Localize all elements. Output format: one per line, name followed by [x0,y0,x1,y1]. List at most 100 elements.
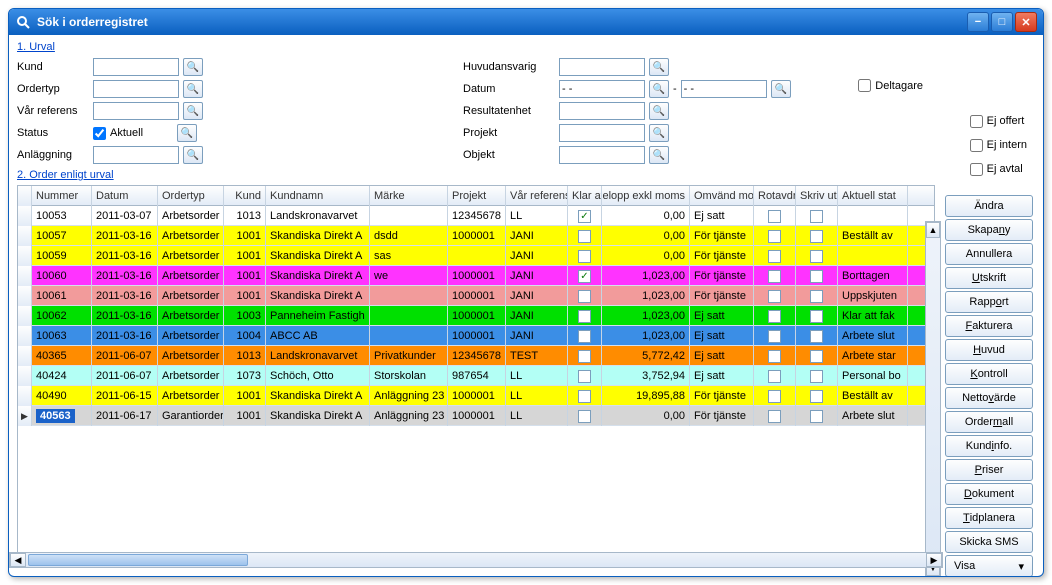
horizontal-scrollbar[interactable]: ◀ ▶ [9,552,943,568]
kund-input[interactable] [93,58,179,76]
col-projekt[interactable]: Projekt [448,186,506,206]
resultatenhet-picker[interactable]: 🔍 [649,102,669,120]
fakturera-button[interactable]: Fakturera [945,315,1033,337]
skicka-sms-button[interactable]: Skicka SMS [945,531,1033,553]
nettovarde-button[interactable]: Nettovärde [945,387,1033,409]
row-selector[interactable] [18,266,32,286]
tidplanera-button[interactable]: Tidplanera [945,507,1033,529]
cell-klar[interactable]: ✓ [568,266,602,286]
col-belopp[interactable]: Belopp exkl moms [602,186,690,206]
cell-klar[interactable] [568,366,602,386]
table-row[interactable]: 404902011-06-15Arbetsorder1001Skandiska … [18,386,934,406]
cell-klar[interactable] [568,226,602,246]
datum-to-input[interactable] [681,80,767,98]
col-rot[interactable]: Rotavdr [754,186,796,206]
datum-from-input[interactable] [559,80,645,98]
cell-skriv[interactable] [796,346,838,366]
cell-skriv[interactable] [796,206,838,226]
priser-button[interactable]: Priser [945,459,1033,481]
cell-rot[interactable] [754,206,796,226]
col-nummer[interactable]: Nummer [32,186,92,206]
visa-button[interactable]: Visa▾ [945,555,1033,577]
cell-rot[interactable] [754,226,796,246]
ordermall-button[interactable]: Ordermall [945,411,1033,433]
table-row[interactable]: 403652011-06-07Arbetsorder1013Landskrona… [18,346,934,366]
skapa-ny-button[interactable]: Skapa ny [945,219,1033,241]
cell-klar[interactable] [568,406,602,426]
cell-skriv[interactable] [796,386,838,406]
row-selector[interactable] [18,346,32,366]
row-selector[interactable] [18,226,32,246]
datum-from-picker[interactable]: 🔍 [649,80,669,98]
cell-rot[interactable] [754,266,796,286]
cell-skriv[interactable] [796,326,838,346]
utskrift-button[interactable]: Utskrift [945,267,1033,289]
table-row[interactable]: 100602011-03-16Arbetsorder1001Skandiska … [18,266,934,286]
table-row[interactable]: 100612011-03-16Arbetsorder1001Skandiska … [18,286,934,306]
ej-avtal-checkbox[interactable] [970,163,983,176]
col-varref[interactable]: Vår referens [506,186,568,206]
cell-rot[interactable] [754,386,796,406]
cell-skriv[interactable] [796,306,838,326]
andra-button[interactable]: Ändra [945,195,1033,217]
varref-picker[interactable]: 🔍 [183,102,203,120]
ej-intern-checkbox[interactable] [970,139,983,152]
huvud-button[interactable]: Huvud [945,339,1033,361]
col-kundnamn[interactable]: Kundnamn [266,186,370,206]
cell-skriv[interactable] [796,226,838,246]
cell-rot[interactable] [754,306,796,326]
projekt-picker[interactable]: 🔍 [649,124,669,142]
col-omvand[interactable]: Omvänd mo [690,186,754,206]
cell-klar[interactable] [568,286,602,306]
col-kund[interactable]: Kund [224,186,266,206]
cell-skriv[interactable] [796,266,838,286]
vertical-scrollbar[interactable]: ▲ ▼ [925,221,941,577]
close-button[interactable]: ✕ [1015,12,1037,32]
row-selector[interactable] [18,306,32,326]
annullera-button[interactable]: Annullera [945,243,1033,265]
resultatenhet-input[interactable] [559,102,645,120]
deltagare-checkbox[interactable] [858,79,871,92]
col-skriv[interactable]: Skriv ut [796,186,838,206]
row-selector[interactable]: ▶ [18,406,32,426]
huvudansvarig-input[interactable] [559,58,645,76]
table-row[interactable]: 100572011-03-16Arbetsorder1001Skandiska … [18,226,934,246]
objekt-picker[interactable]: 🔍 [649,146,669,164]
cell-rot[interactable] [754,346,796,366]
col-marke[interactable]: Märke [370,186,448,206]
anlaggning-input[interactable] [93,146,179,164]
anlaggning-picker[interactable]: 🔍 [183,146,203,164]
maximize-button[interactable]: □ [991,12,1013,32]
cell-skriv[interactable] [796,286,838,306]
table-row[interactable]: 100592011-03-16Arbetsorder1001Skandiska … [18,246,934,266]
cell-skriv[interactable] [796,366,838,386]
kund-picker[interactable]: 🔍 [183,58,203,76]
cell-klar[interactable] [568,326,602,346]
row-selector[interactable] [18,206,32,226]
titlebar[interactable]: Sök i orderregistret − □ ✕ [9,9,1043,35]
kontroll-button[interactable]: Kontroll [945,363,1033,385]
status-picker[interactable]: 🔍 [177,124,197,142]
cell-skriv[interactable] [796,246,838,266]
scroll-thumb[interactable] [28,554,248,566]
cell-klar[interactable] [568,386,602,406]
col-status[interactable]: Aktuell stat [838,186,908,206]
table-row[interactable]: ▶405632011-06-17Garantiorder1001Skandisk… [18,406,934,426]
order-grid[interactable]: Nummer Datum Ordertyp Kund Kundnamn Märk… [17,185,935,565]
dokument-button[interactable]: Dokument [945,483,1033,505]
table-row[interactable]: 404242011-06-07Arbetsorder1073Schöch, Ot… [18,366,934,386]
cell-rot[interactable] [754,326,796,346]
cell-klar[interactable] [568,306,602,326]
table-row[interactable]: 100632011-03-16Arbetsorder1004ABCC AB100… [18,326,934,346]
row-selector[interactable] [18,246,32,266]
cell-rot[interactable] [754,246,796,266]
col-datum[interactable]: Datum [92,186,158,206]
aktuell-checkbox[interactable] [93,127,106,140]
rapport-button[interactable]: Rapport [945,291,1033,313]
cell-rot[interactable] [754,406,796,426]
ordertyp-input[interactable] [93,80,179,98]
kundinfo-button[interactable]: Kundinfo. [945,435,1033,457]
datum-to-picker[interactable]: 🔍 [771,80,791,98]
objekt-input[interactable] [559,146,645,164]
cell-rot[interactable] [754,366,796,386]
